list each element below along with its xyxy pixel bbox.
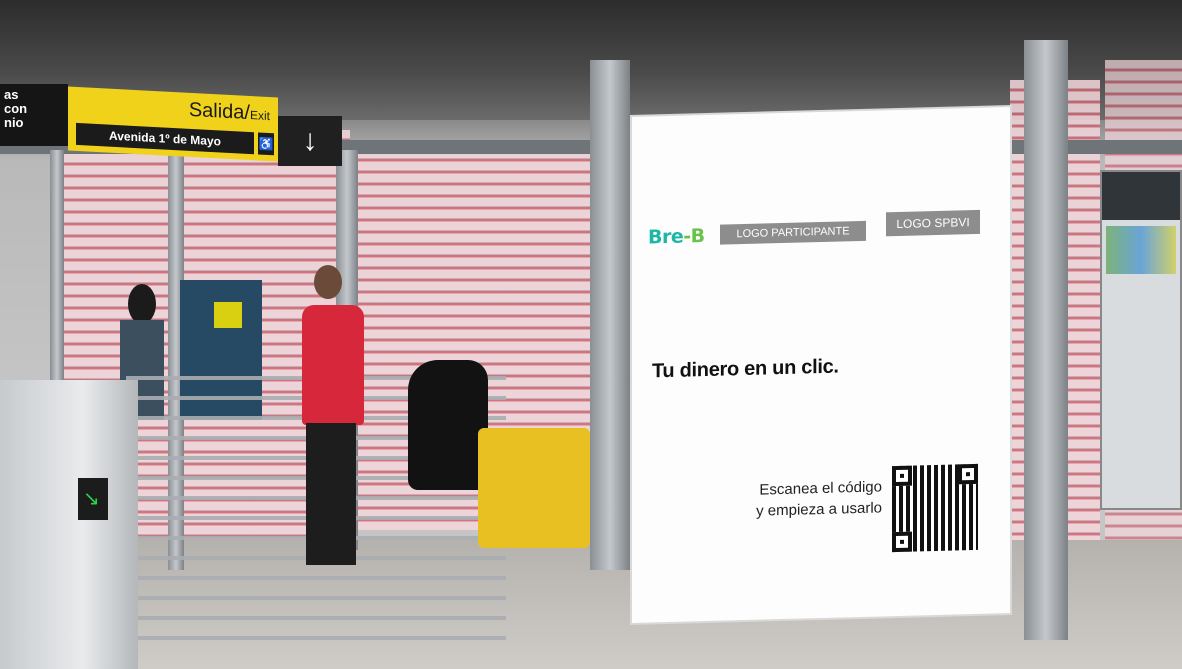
sign-fragment-text: as con nio <box>4 87 28 130</box>
scan-line-2: y empieza a usarlo <box>756 499 882 520</box>
bus-station-scene: as con nio Salida/Exit Avenida 1º de May… <box>0 0 1182 669</box>
green-arrow-icon <box>78 478 108 520</box>
down-arrow-icon: ↓ <box>278 116 342 166</box>
street-name: Avenida 1º de Mayo <box>76 122 254 155</box>
trash-bag <box>408 360 488 490</box>
salida-label: Salida <box>188 98 245 124</box>
wheelchair-icon: ♿ <box>258 132 274 156</box>
exit-sign: Salida/Exit Avenida 1º de Mayo ♿ <box>68 86 278 162</box>
logo-spbvi: LOGO SPBVI <box>886 209 980 237</box>
brand-part2: -B <box>683 225 705 248</box>
route-info-panel <box>1100 170 1182 510</box>
pillar <box>1024 40 1068 640</box>
exit-sign-title: Salida/Exit <box>188 98 270 125</box>
advertisement-billboard: Bre-B LOGO PARTICIPANTE LOGO SPBVI Tu di… <box>632 107 1010 623</box>
ad-headline: Tu dinero en un clic. <box>652 355 839 383</box>
kiosk-sticker <box>214 302 242 328</box>
exit-label: Exit <box>249 108 270 124</box>
station-sign-dark: as con nio <box>0 84 68 146</box>
passenger <box>296 265 364 565</box>
qr-code-icon[interactable] <box>892 463 978 553</box>
bre-b-logo: Bre-B <box>648 225 705 248</box>
turnstile <box>0 380 138 669</box>
logo-participante: LOGO PARTICIPANTE <box>720 220 866 245</box>
janitor-cart <box>478 428 590 548</box>
brand-part1: Bre <box>648 225 684 249</box>
scan-instructions: Escanea el código y empieza a usarlo <box>732 476 882 522</box>
pillar <box>590 60 630 570</box>
